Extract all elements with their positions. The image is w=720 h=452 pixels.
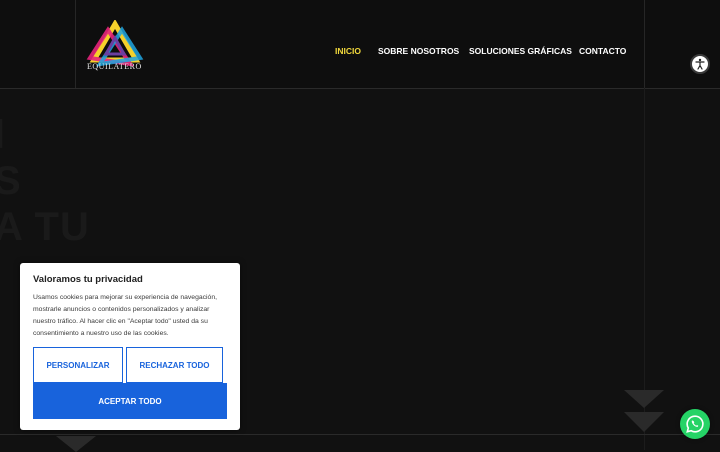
nav-item-inicio[interactable]: INICIO	[335, 46, 361, 56]
hero-background-text: l S A TU	[0, 112, 90, 250]
accept-all-button[interactable]: ACEPTAR TODO	[33, 383, 227, 419]
accessibility-button[interactable]	[690, 54, 710, 74]
header-divider	[75, 0, 76, 88]
customize-button[interactable]: PERSONALIZAR	[33, 347, 123, 383]
whatsapp-button[interactable]	[680, 409, 710, 439]
cookie-consent-banner: Valoramos tu privacidad Usamos cookies p…	[20, 263, 240, 430]
header-divider	[644, 0, 645, 88]
whatsapp-icon	[686, 415, 704, 433]
cookie-title: Valoramos tu privacidad	[33, 274, 143, 285]
site-header: EQUILATERO INICIO SOBRE NOSOTROS SOLUCIO…	[0, 0, 720, 89]
nav-item-soluciones-graficas[interactable]: SOLUCIONES GRÁFICAS	[469, 46, 572, 56]
hero-ghost-line: S	[0, 159, 22, 203]
logo-text: EQUILATERO	[87, 62, 142, 71]
cookie-description: Usamos cookies para mejorar su experienc…	[33, 294, 217, 337]
nav-item-sobre-nosotros[interactable]: SOBRE NOSOTROS	[378, 46, 459, 56]
double-chevron-down-icon	[624, 390, 664, 432]
hero-ghost-line: A TU	[0, 205, 90, 249]
nav-item-contacto[interactable]: CONTACTO	[579, 46, 626, 56]
section-divider	[0, 434, 720, 435]
hero-ghost-line: l	[0, 112, 90, 158]
accessibility-icon	[695, 58, 705, 70]
reject-all-button[interactable]: RECHAZAR TODO	[126, 347, 223, 383]
